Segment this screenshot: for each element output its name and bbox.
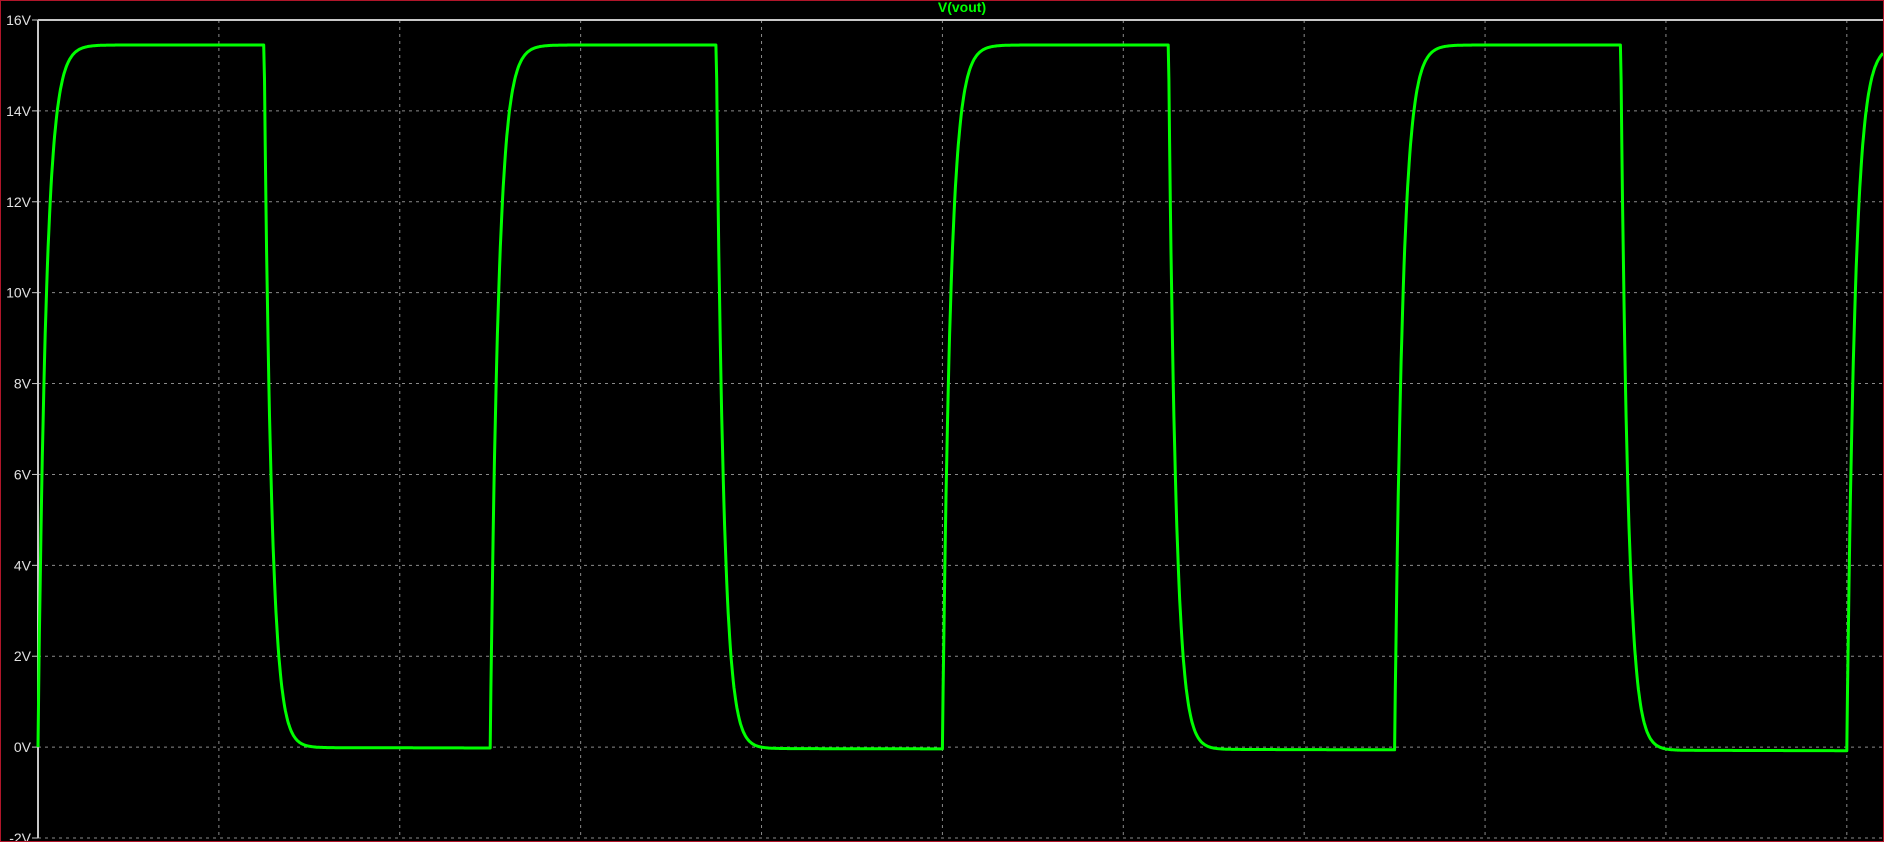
- y-tick-label: 16V: [6, 12, 32, 28]
- y-tick-label: 8V: [14, 376, 32, 392]
- waveform-plot[interactable]: -2V 0V 2V 4V 6V 8V 10V 12V 14V 16V V(vout): [0, 0, 1884, 842]
- axes: [37, 19, 1883, 838]
- y-tick-label: 14V: [6, 103, 32, 119]
- y-tick-label: 4V: [14, 557, 32, 573]
- trace-layer: [36, 43, 1884, 753]
- y-tick-label: 0V: [14, 739, 32, 755]
- y-tick-label: 10V: [6, 285, 32, 301]
- y-tick-label: -2V: [9, 830, 31, 842]
- series-line-vout[interactable]: [36, 43, 1884, 753]
- trace-name-label[interactable]: V(vout): [938, 0, 986, 15]
- y-tick-label: 6V: [14, 466, 32, 482]
- y-tick-label: 2V: [14, 648, 32, 664]
- y-axis-tick-labels: -2V 0V 2V 4V 6V 8V 10V 12V 14V 16V: [6, 12, 38, 842]
- waveform-plot-window[interactable]: -2V 0V 2V 4V 6V 8V 10V 12V 14V 16V V(vout): [0, 0, 1884, 842]
- grid-lines: [38, 19, 1883, 839]
- y-tick-label: 12V: [6, 194, 32, 210]
